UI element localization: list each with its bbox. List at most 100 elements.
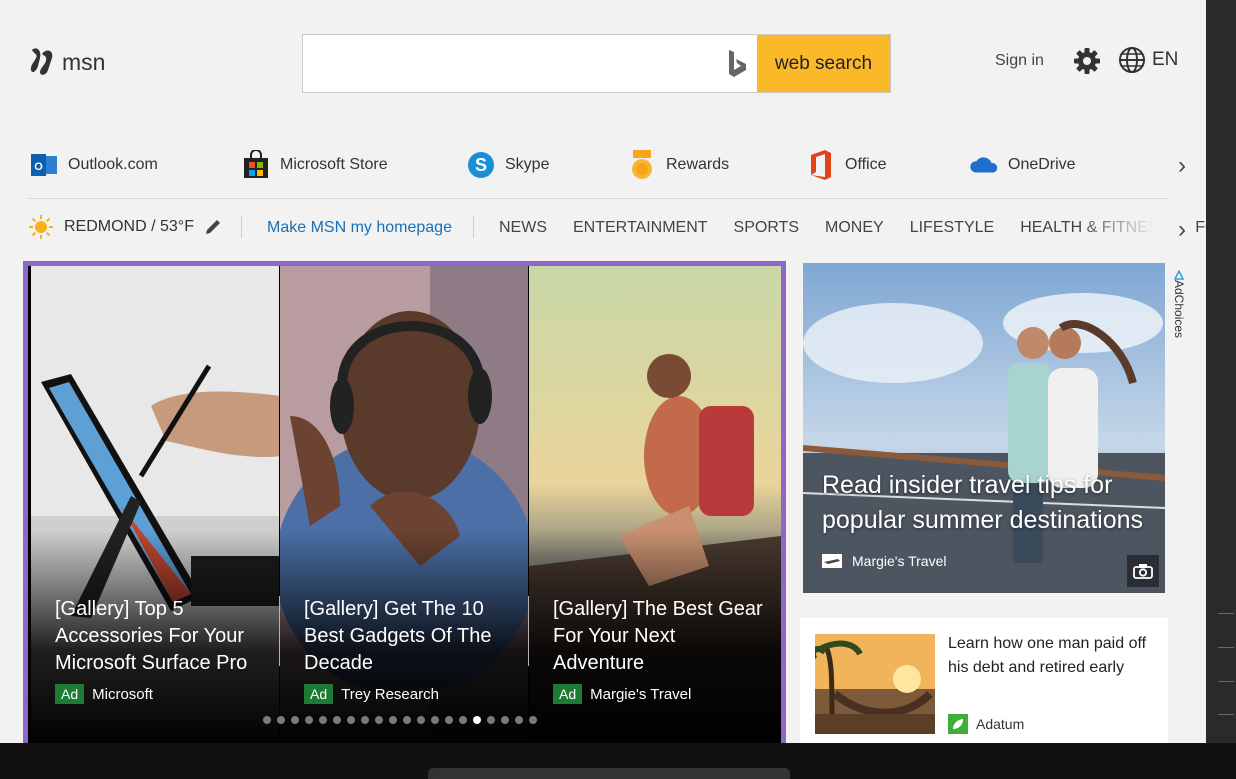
quicklink-label: Microsoft Store: [280, 156, 388, 173]
logo-text: msn: [62, 48, 106, 75]
quicklink-outlook[interactable]: O Outlook.com: [28, 140, 158, 190]
card-source: Adatum: [948, 714, 1024, 734]
scroll-mark: [1218, 681, 1234, 682]
slide-title[interactable]: [Gallery] The Best Gear For Your Next Ad…: [553, 596, 763, 677]
carousel-dot[interactable]: [305, 716, 313, 724]
carousel-dot[interactable]: [459, 716, 467, 724]
adatum-logo-icon: [948, 714, 968, 734]
language-label: EN: [1152, 49, 1179, 70]
carousel-dot[interactable]: [417, 716, 425, 724]
adchoices-text: AdChoices: [1172, 280, 1186, 339]
msn-page: msn web search Sign in EN O Outlook.com …: [0, 0, 1206, 743]
carousel-dot[interactable]: [319, 716, 327, 724]
carousel-dot[interactable]: [347, 716, 355, 724]
source-name[interactable]: Margie's Travel: [590, 686, 691, 703]
slide-title[interactable]: [Gallery] Top 5 Accessories For Your Mic…: [55, 596, 265, 677]
pencil-icon[interactable]: [204, 218, 222, 236]
hero-card[interactable]: Read insider travel tips for popular sum…: [803, 263, 1165, 593]
quicklink-onedrive[interactable]: OneDrive: [968, 140, 1076, 190]
nav-link-sports[interactable]: SPORTS: [734, 219, 800, 237]
header-divider: [28, 198, 1168, 199]
sign-in-link[interactable]: Sign in: [995, 52, 1044, 70]
carousel-dot[interactable]: [515, 716, 523, 724]
carousel-dot[interactable]: [445, 716, 453, 724]
source-name[interactable]: Trey Research: [341, 686, 439, 703]
card-title[interactable]: Learn how one man paid off his debt and …: [948, 632, 1158, 680]
outlook-icon: O: [28, 149, 60, 181]
gear-icon[interactable]: [1072, 46, 1102, 76]
camera-icon[interactable]: [1127, 555, 1159, 587]
msn-logo[interactable]: msn: [28, 44, 105, 80]
chevron-right-icon[interactable]: ›: [1178, 152, 1186, 180]
carousel-dot[interactable]: [375, 716, 383, 724]
couple-ship-image: [803, 263, 1165, 593]
carousel-pagination: [263, 716, 537, 724]
source-name[interactable]: Adatum: [976, 716, 1024, 732]
news-card[interactable]: Learn how one man paid off his debt and …: [800, 618, 1168, 743]
nav-link-news[interactable]: NEWS: [499, 219, 547, 237]
office-icon: [805, 149, 837, 181]
taskbar-app[interactable]: [428, 768, 790, 779]
onedrive-icon: [968, 149, 1000, 181]
carousel-dot[interactable]: [361, 716, 369, 724]
store-icon: [240, 149, 272, 181]
adchoices-label[interactable]: AdChoices: [1170, 270, 1188, 350]
category-navbar: REDMOND / 53°F Make MSN my homepage NEWS…: [28, 210, 1206, 246]
svg-text:S: S: [475, 155, 487, 175]
nav-fade: [1078, 210, 1188, 246]
carousel-dot[interactable]: [291, 716, 299, 724]
hero-source: Margie's Travel: [822, 553, 946, 569]
carousel-dot[interactable]: [473, 716, 481, 724]
sun-icon: [29, 215, 53, 239]
carousel-slide[interactable]: [Gallery] Get The 10 Best Gadgets Of The…: [280, 266, 528, 743]
quicklink-label: Office: [845, 156, 887, 173]
quicklink-store[interactable]: Microsoft Store: [240, 140, 388, 190]
chevron-right-icon[interactable]: ›: [1178, 216, 1186, 244]
weather-widget[interactable]: REDMOND / 53°F: [28, 214, 222, 240]
carousel-dot[interactable]: [501, 716, 509, 724]
language-selector[interactable]: EN: [1118, 46, 1178, 74]
carousel-dot[interactable]: [389, 716, 397, 724]
carousel-dot[interactable]: [263, 716, 271, 724]
search-input[interactable]: [303, 35, 717, 92]
nav-link-lifestyle[interactable]: LIFESTYLE: [910, 219, 994, 237]
nav-link-money[interactable]: MONEY: [825, 219, 884, 237]
slide-title[interactable]: [Gallery] Get The 10 Best Gadgets Of The…: [304, 596, 514, 677]
carousel-slide[interactable]: [Gallery] Top 5 Accessories For Your Mic…: [31, 266, 279, 743]
nav-separator: [473, 216, 474, 238]
search-box: web search: [302, 34, 891, 93]
make-homepage-link[interactable]: Make MSN my homepage: [267, 219, 452, 237]
carousel-dot[interactable]: [333, 716, 341, 724]
carousel-dot[interactable]: [403, 716, 411, 724]
quicklink-rewards[interactable]: Rewards: [626, 140, 729, 190]
carousel-dot[interactable]: [487, 716, 495, 724]
quicklink-label: Skype: [505, 156, 550, 173]
source-name[interactable]: Microsoft: [92, 686, 153, 703]
quicklink-skype[interactable]: S Skype: [465, 140, 549, 190]
hero-title[interactable]: Read insider travel tips for popular sum…: [822, 468, 1162, 538]
hammock-image: [815, 634, 935, 734]
web-search-button[interactable]: web search: [757, 35, 890, 92]
rewards-icon: [626, 149, 658, 181]
featured-carousel[interactable]: [Gallery] Top 5 Accessories For Your Mic…: [23, 261, 786, 743]
scroll-mark: [1218, 613, 1234, 614]
quick-links-bar: O Outlook.com Microsoft Store S Skype Re…: [28, 140, 1186, 190]
carousel-dot[interactable]: [431, 716, 439, 724]
nav-separator: [241, 216, 242, 238]
ad-badge: Ad: [304, 684, 334, 704]
nav-link-food[interactable]: FO: [1195, 219, 1206, 237]
ad-badge: Ad: [55, 684, 85, 704]
carousel-dot[interactable]: [277, 716, 285, 724]
carousel-dot[interactable]: [529, 716, 537, 724]
source-name[interactable]: Margie's Travel: [852, 553, 946, 569]
nav-link-entertainment[interactable]: ENTERTAINMENT: [573, 219, 708, 237]
svg-text:O: O: [34, 161, 43, 173]
quicklink-label: Rewards: [666, 156, 730, 173]
slide-source: Ad Microsoft: [55, 684, 153, 704]
carousel-slide[interactable]: [Gallery] The Best Gear For Your Next Ad…: [529, 266, 781, 743]
quicklink-office[interactable]: Office: [805, 140, 887, 190]
scroll-mark: [1218, 714, 1234, 715]
bing-icon: [717, 35, 757, 92]
taskbar: [0, 743, 1236, 779]
scrollbar-gutter[interactable]: [1206, 0, 1236, 743]
